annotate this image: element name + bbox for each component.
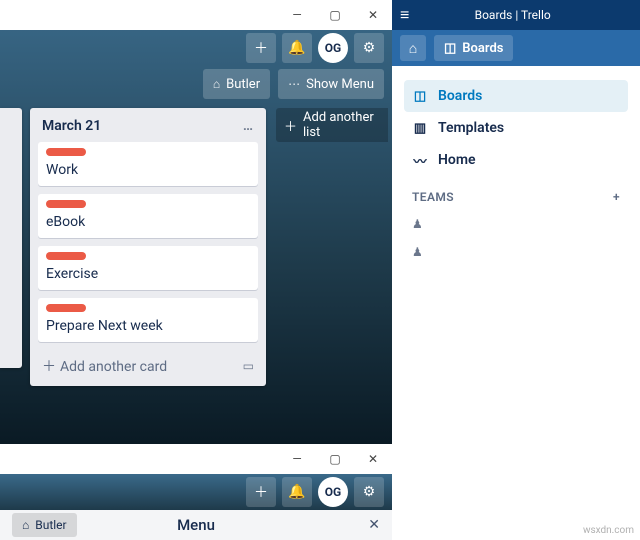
team-item[interactable]: ♟ (404, 238, 628, 266)
templates-icon: ▥ (412, 121, 428, 136)
create-button[interactable]: ＋ (246, 33, 276, 63)
bell-icon: 🔔 (288, 484, 305, 500)
plus-icon: ＋ (254, 38, 268, 58)
card-label-red (46, 200, 86, 208)
card-title: Prepare Next week (46, 318, 163, 334)
create-button[interactable]: ＋ (246, 477, 276, 507)
show-menu-label: Show Menu (306, 77, 374, 92)
boards-tab[interactable]: ◫ Boards (434, 35, 513, 61)
butler-label: Butler (226, 77, 260, 92)
add-team-button[interactable]: + (613, 190, 620, 204)
window-title: Boards | Trello (475, 8, 551, 22)
app-toolbar: ＋ 🔔 OG ⚙ (0, 30, 392, 66)
minimize-button[interactable] (278, 0, 316, 30)
add-card-label: Add another card (42, 356, 167, 376)
list-menu-button[interactable]: … (243, 118, 254, 134)
add-card-button[interactable]: Add another card ▭ (38, 350, 258, 378)
teams-header: TEAMS + (412, 190, 620, 204)
card[interactable]: Prepare Next week (38, 298, 258, 342)
trello-sidebar-window: ≡ Boards | Trello ⌂ ◫ Boards ◫ Boards ▥ … (392, 0, 640, 540)
butler-icon: ⌂ (22, 518, 29, 532)
app-toolbar: ＋ 🔔 OG ⚙ (0, 474, 392, 510)
add-list-label: Add another list (303, 110, 380, 140)
home-icon: 〰 (412, 151, 428, 170)
avatar[interactable]: OG (318, 477, 348, 507)
show-menu-button[interactable]: ⋯ Show Menu (278, 69, 384, 99)
maximize-button[interactable] (316, 444, 354, 474)
card[interactable]: eBook (38, 194, 258, 238)
hamburger-icon[interactable]: ≡ (400, 5, 409, 25)
menu-title: Menu (177, 516, 215, 534)
window-titlebar (0, 444, 392, 474)
template-icon[interactable]: ▭ (243, 359, 254, 373)
top-nav: ⌂ ◫ Boards (392, 30, 640, 66)
gear-icon: ⚙ (363, 40, 376, 56)
menu-panel: ⌂ Butler Menu ✕ (0, 510, 392, 540)
board-canvas[interactable]: March 21 … Work eBook Exercise Prepare N… (0, 102, 392, 444)
trello-board-window: ＋ 🔔 OG ⚙ ⌂ Butler ⋯ Show Menu March 21 …… (0, 0, 392, 444)
team-icon: ♟ (412, 217, 423, 231)
teams-label: TEAMS (412, 190, 454, 204)
previous-list-sliver[interactable] (0, 108, 22, 368)
list-march-21: March 21 … Work eBook Exercise Prepare N… (30, 108, 266, 386)
trello-secondary-window: ＋ 🔔 OG ⚙ ⌂ Butler Menu ✕ (0, 444, 392, 540)
board-header: ⌂ Butler ⋯ Show Menu (0, 66, 392, 102)
watermark: wsxdn.com (583, 525, 634, 536)
sidebar-item-label: Boards (438, 88, 482, 104)
butler-button[interactable]: ⌂ Butler (203, 69, 270, 99)
add-list-button[interactable]: ＋ Add another list (276, 108, 388, 142)
sidebar-item-label: Home (438, 152, 476, 168)
settings-button[interactable]: ⚙ (354, 477, 384, 507)
boards-icon: ◫ (444, 41, 456, 56)
notifications-button[interactable]: 🔔 (282, 33, 312, 63)
card[interactable]: Work (38, 142, 258, 186)
window-titlebar: ≡ Boards | Trello (392, 0, 640, 30)
sidebar-item-home[interactable]: 〰 Home (404, 144, 628, 176)
window-titlebar (0, 0, 392, 30)
boards-icon: ◫ (412, 89, 428, 104)
home-button[interactable]: ⌂ (400, 35, 426, 61)
butler-label: Butler (35, 518, 66, 532)
team-icon: ♟ (412, 245, 423, 259)
card-label-red (46, 304, 86, 312)
boards-label: Boards (462, 41, 503, 56)
ellipsis-icon: ⋯ (288, 77, 300, 91)
butler-button[interactable]: ⌂ Butler (12, 513, 77, 537)
home-icon: ⌂ (409, 40, 417, 57)
close-button[interactable] (354, 444, 392, 474)
card[interactable]: Exercise (38, 246, 258, 290)
plus-icon: ＋ (254, 482, 268, 502)
butler-icon: ⌂ (213, 77, 220, 91)
card-label-red (46, 148, 86, 156)
list-title[interactable]: March 21 (42, 118, 101, 134)
card-title: eBook (46, 214, 85, 230)
minimize-button[interactable] (278, 444, 316, 474)
card-title: Exercise (46, 266, 98, 282)
close-menu-button[interactable]: ✕ (368, 517, 380, 533)
sidebar-item-templates[interactable]: ▥ Templates (404, 112, 628, 144)
team-item[interactable]: ♟ (404, 210, 628, 238)
list-header: March 21 … (38, 116, 258, 142)
sidebar-item-boards[interactable]: ◫ Boards (404, 80, 628, 112)
bell-icon: 🔔 (288, 40, 305, 56)
sidebar: ◫ Boards ▥ Templates 〰 Home TEAMS + ♟ ♟ (392, 66, 640, 280)
plus-icon: ＋ (284, 116, 297, 135)
settings-button[interactable]: ⚙ (354, 33, 384, 63)
notifications-button[interactable]: 🔔 (282, 477, 312, 507)
maximize-button[interactable] (316, 0, 354, 30)
sidebar-item-label: Templates (438, 120, 504, 136)
avatar[interactable]: OG (318, 33, 348, 63)
close-button[interactable] (354, 0, 392, 30)
card-label-red (46, 252, 86, 260)
gear-icon: ⚙ (363, 484, 376, 500)
card-title: Work (46, 162, 78, 178)
